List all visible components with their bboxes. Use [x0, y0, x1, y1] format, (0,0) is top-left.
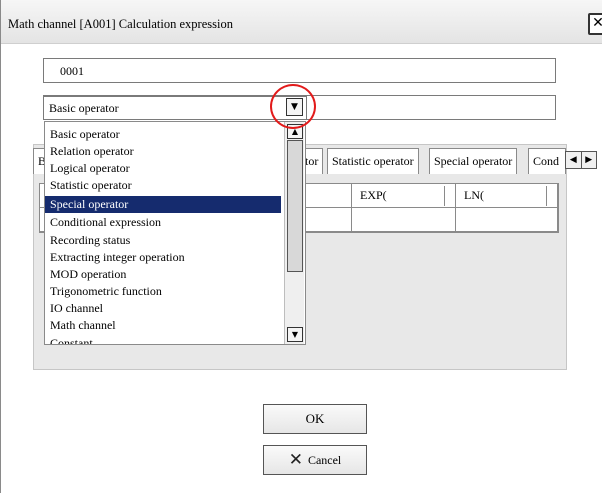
- operator-cell-ln[interactable]: LN(: [456, 184, 558, 208]
- dropdown-option-math-channel[interactable]: Math channel: [45, 317, 281, 334]
- chevron-left-icon: ◀: [569, 155, 577, 165]
- dropdown-option-extracting-integer-operation[interactable]: Extracting integer operation: [45, 249, 281, 266]
- dropdown-option-mod-operation[interactable]: MOD operation: [45, 266, 281, 283]
- x-icon: ✕: [288, 449, 303, 470]
- cancel-label: Cancel: [307, 452, 342, 467]
- dropdown-scrollbar[interactable]: ▲ ▼: [284, 122, 304, 344]
- ok-label: OK: [305, 411, 325, 426]
- title-bar[interactable]: Math channel [A001] Calculation expressi…: [1, 0, 602, 44]
- cell-divider: [546, 186, 547, 206]
- chevron-down-icon: ▼: [291, 330, 299, 339]
- tab-label: Cond: [533, 154, 560, 168]
- chevron-right-icon: ▶: [585, 155, 593, 165]
- tab-label: Special operator: [434, 154, 513, 168]
- cell-divider: [444, 186, 445, 206]
- scroll-thumb[interactable]: [287, 140, 303, 272]
- ok-button[interactable]: OK: [263, 404, 367, 434]
- close-button[interactable]: ✕: [588, 13, 602, 35]
- operator-label: LN(: [464, 188, 484, 202]
- dropdown-option-conditional-expression[interactable]: Conditional expression: [45, 214, 281, 231]
- tab-conditional-expression[interactable]: Cond: [528, 148, 566, 174]
- tab-statistic-operator[interactable]: Statistic operator: [327, 148, 419, 174]
- scroll-down-button[interactable]: ▼: [287, 327, 303, 342]
- tab-next-button[interactable]: ▶: [582, 152, 597, 168]
- cancel-button[interactable]: ✕ Cancel: [263, 445, 367, 475]
- dropdown-option-io-channel[interactable]: IO channel: [45, 300, 281, 317]
- tab-label: Statistic operator: [332, 154, 414, 168]
- dropdown-option-recording-status[interactable]: Recording status: [45, 232, 281, 249]
- highlight-circle: [270, 84, 316, 129]
- dropdown-option-logical-operator[interactable]: Logical operator: [45, 160, 281, 177]
- operator-type-selected: Basic operator: [49, 101, 119, 115]
- close-icon: ✕: [592, 15, 602, 31]
- operator-cell[interactable]: [456, 208, 558, 232]
- channel-number-value: 0001: [60, 64, 84, 78]
- tab-special-operator[interactable]: Special operator: [429, 148, 518, 174]
- dropdown-option-special-operator[interactable]: Special operator: [45, 196, 281, 213]
- dropdown-option-basic-operator[interactable]: Basic operator: [45, 126, 281, 143]
- dialog-title: Math channel [A001] Calculation expressi…: [8, 17, 233, 31]
- operator-type-select[interactable]: Basic operator: [43, 96, 307, 120]
- operator-cell-exp[interactable]: EXP(: [352, 184, 456, 208]
- operator-type-dropdown-list: Basic operator Relation operator Logical…: [44, 121, 306, 345]
- operator-label: EXP(: [360, 188, 387, 202]
- tab-prev-button[interactable]: ◀: [566, 152, 582, 168]
- dropdown-option-statistic-operator[interactable]: Statistic operator: [45, 177, 281, 194]
- dropdown-option-relation-operator[interactable]: Relation operator: [45, 143, 281, 160]
- channel-number-field[interactable]: 0001: [43, 58, 556, 83]
- tab-scroll-arrows: ◀ ▶: [565, 151, 597, 169]
- operator-cell[interactable]: [352, 208, 456, 232]
- calculation-expression-dialog: Math channel [A001] Calculation expressi…: [0, 0, 602, 493]
- tab-label: tor: [305, 154, 319, 168]
- dropdown-option-trigonometric-function[interactable]: Trigonometric function: [45, 283, 281, 300]
- dropdown-option-constant[interactable]: Constant: [45, 335, 281, 344]
